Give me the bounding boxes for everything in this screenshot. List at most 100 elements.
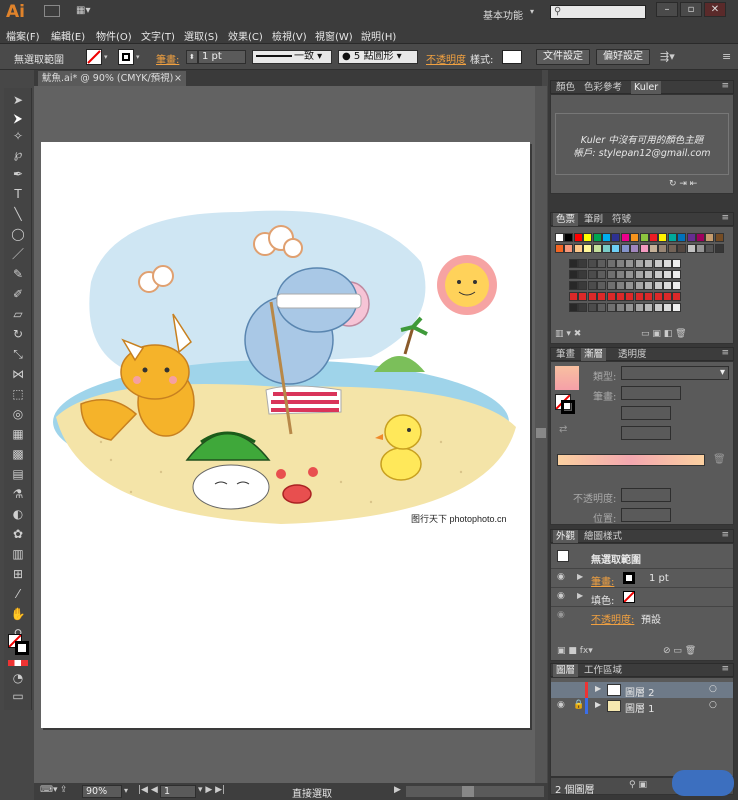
first-artboard-icon[interactable]: |◀ ◀ xyxy=(138,785,158,795)
swatch[interactable] xyxy=(616,281,625,290)
swatch[interactable] xyxy=(606,292,616,301)
panel-menu-icon[interactable]: ≡ xyxy=(721,664,729,674)
swatch[interactable] xyxy=(597,303,607,312)
locate-object-icon[interactable]: ⚲ ▣ xyxy=(629,780,647,790)
panel-menu-icon[interactable]: ≡ xyxy=(721,81,729,91)
panel-menu-icon[interactable]: ≡ xyxy=(721,530,729,540)
toolbar-stroke-swatch[interactable] xyxy=(15,641,29,655)
tab-swatches[interactable]: 色票 xyxy=(553,213,579,226)
swatch[interactable] xyxy=(639,233,649,242)
tab-symbols[interactable]: 符號 xyxy=(609,213,634,226)
swatch[interactable] xyxy=(583,233,593,242)
zoom-level[interactable]: 90% xyxy=(82,785,122,798)
swatch[interactable] xyxy=(653,281,663,290)
gradient-preview-swatch[interactable] xyxy=(555,366,579,390)
swatch[interactable] xyxy=(587,303,597,312)
gradient-aspect-input[interactable] xyxy=(621,426,671,440)
horizontal-scrollbar[interactable] xyxy=(406,786,544,797)
swatch[interactable] xyxy=(583,244,593,253)
swatch[interactable] xyxy=(597,292,607,301)
swatch[interactable] xyxy=(569,259,578,268)
swatch[interactable] xyxy=(616,292,625,301)
swatch-library-icon[interactable]: ▥ ▾ ✖ xyxy=(555,329,581,339)
swatch[interactable] xyxy=(606,259,616,268)
swatch[interactable] xyxy=(578,303,588,312)
stroke-weight-input[interactable]: 1 pt xyxy=(198,50,246,64)
shape-builder-icon[interactable]: ◎ xyxy=(10,406,26,422)
layer-row[interactable]: ◉ 🔒 ▶ 圖層 1 ○ xyxy=(551,698,733,715)
eyedropper-icon[interactable]: ⚗ xyxy=(10,486,26,502)
swatch[interactable] xyxy=(714,244,724,253)
swatch[interactable] xyxy=(653,259,663,268)
free-transform-icon[interactable]: ⬚ xyxy=(10,386,26,402)
swatch[interactable] xyxy=(672,303,682,312)
swatch[interactable] xyxy=(686,244,696,253)
zoom-dropdown-icon[interactable]: ▾ xyxy=(124,786,128,795)
document-tab[interactable]: 魷魚.ai* @ 90% (CMYK/預視) × xyxy=(38,71,186,86)
close-tab-icon[interactable]: × xyxy=(174,71,182,86)
hand-tool-icon[interactable]: ✋ xyxy=(10,606,26,622)
swatch[interactable] xyxy=(564,244,574,253)
stroke-label[interactable]: 筆畫: xyxy=(156,51,179,66)
swatch[interactable] xyxy=(705,233,715,242)
layer-row[interactable]: ▶ 圖層 2 ○ xyxy=(551,682,733,699)
none-fill-icon[interactable] xyxy=(623,591,635,603)
swatch[interactable] xyxy=(663,281,672,290)
artboard-number[interactable]: 1 xyxy=(160,785,196,798)
tab-color-guide[interactable]: 色彩參考 xyxy=(581,81,625,94)
swatch[interactable] xyxy=(658,233,668,242)
swatch[interactable] xyxy=(663,259,672,268)
restore-button[interactable]: ▫ xyxy=(680,2,702,17)
screen-mode-icon[interactable]: ▭ xyxy=(10,688,26,704)
appearance-opacity-label[interactable]: 不透明度: xyxy=(591,611,634,626)
swatch[interactable] xyxy=(611,233,621,242)
fill-swatch[interactable] xyxy=(86,49,102,65)
swatch[interactable] xyxy=(686,233,696,242)
swatch[interactable] xyxy=(667,233,677,242)
brush-definition[interactable]: ● 5 點圓形 ▾ xyxy=(338,50,418,64)
swatch[interactable] xyxy=(639,244,649,253)
swatch[interactable] xyxy=(634,259,644,268)
swatch[interactable] xyxy=(564,233,574,242)
gradient-type-select[interactable]: ▾ xyxy=(621,366,729,380)
layer-target-icon[interactable]: ○ xyxy=(709,700,717,710)
tab-gradient[interactable]: 漸層 xyxy=(581,348,607,361)
swatch[interactable] xyxy=(630,244,640,253)
share-icon[interactable]: ⇪ xyxy=(60,785,68,795)
swatch[interactable] xyxy=(597,281,607,290)
gradient-slider[interactable] xyxy=(557,454,705,466)
swatch[interactable] xyxy=(714,233,724,242)
menu-window[interactable]: 視窗(W) xyxy=(315,28,353,43)
swatch[interactable] xyxy=(649,244,658,253)
swatch[interactable] xyxy=(620,233,630,242)
swatch[interactable] xyxy=(578,259,588,268)
artboard-tool-icon[interactable]: ⊞ xyxy=(10,566,26,582)
drawing-mode-icon[interactable]: ◔ xyxy=(10,670,26,686)
direct-selection-tool-icon[interactable]: ⮞ xyxy=(10,110,26,126)
gradient-angle-input[interactable] xyxy=(621,406,671,420)
swatch[interactable] xyxy=(597,259,607,268)
search-input[interactable]: ⚲ xyxy=(550,5,646,19)
stroke-dropdown-icon[interactable]: ▾ xyxy=(136,53,140,61)
swatch[interactable] xyxy=(634,270,644,279)
tab-stroke[interactable]: 筆畫 xyxy=(553,348,578,361)
next-artboard-icon[interactable]: ▾ ▶ ▶| xyxy=(198,785,225,795)
opacity-label[interactable]: 不透明度 xyxy=(426,51,466,66)
swatch[interactable] xyxy=(587,259,597,268)
swatch[interactable] xyxy=(587,292,597,301)
swatch[interactable] xyxy=(677,233,687,242)
minimize-button[interactable]: – xyxy=(656,2,678,17)
scale-tool-icon[interactable]: ⤡ xyxy=(10,346,26,362)
gradient-opacity-input[interactable] xyxy=(621,488,671,502)
swatch[interactable] xyxy=(578,292,588,301)
appearance-stroke-row[interactable]: ◉ ▶ 筆畫: 1 pt xyxy=(551,568,733,588)
magic-wand-icon[interactable]: ✧ xyxy=(10,128,26,144)
swatch[interactable] xyxy=(620,244,630,253)
pencil-icon[interactable]: ✎ xyxy=(10,266,26,282)
swatch[interactable] xyxy=(663,292,672,301)
swatch[interactable] xyxy=(672,270,682,279)
swatch[interactable] xyxy=(625,292,635,301)
expand-triangle-icon[interactable]: ▶ xyxy=(595,684,601,693)
swatch[interactable] xyxy=(663,270,672,279)
swatch[interactable] xyxy=(634,303,644,312)
